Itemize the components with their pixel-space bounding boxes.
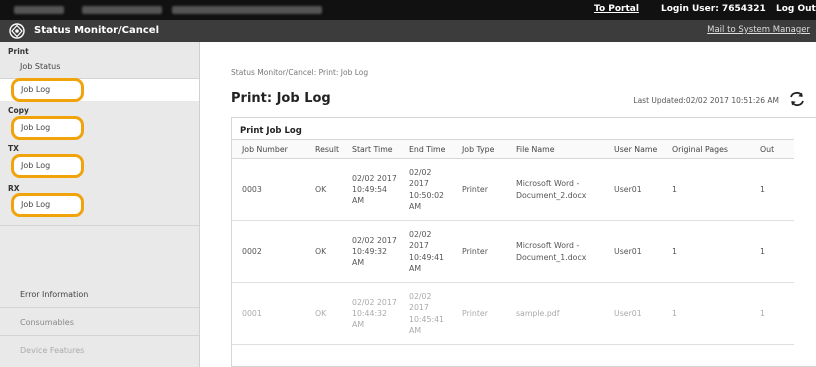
job-type-cell: Printer xyxy=(456,282,510,345)
sidebar-item-job-status[interactable]: Job Status xyxy=(0,56,199,78)
end-time-cell: 02/02 2017 10:50:02 AM xyxy=(403,158,456,221)
result-cell: OK xyxy=(309,220,346,283)
page-title: Print: Job Log xyxy=(231,91,331,106)
sidebar-header-copy: Copy xyxy=(8,106,29,115)
table-header-row: Job Number Result Start Time End Time Jo… xyxy=(232,139,794,159)
sidebar-header-rx: RX xyxy=(8,184,20,193)
start-time-cell: 02/02 2017 10:44:32 AM xyxy=(346,282,403,345)
output-cell: 1 xyxy=(754,158,794,221)
top-bar: To Portal Login User: 7654321 Log Out xyxy=(0,0,816,20)
sidebar-divider xyxy=(0,307,199,308)
sidebar-item-print-job-log[interactable] xyxy=(0,79,199,101)
breadcrumb: Status Monitor/Cancel: Print: Job Log xyxy=(231,68,369,77)
end-time-cell: 02/02 2017 10:49:41 AM xyxy=(403,220,456,283)
last-updated-timestamp: Last Updated:02/02 2017 10:51:26 AM xyxy=(633,96,779,105)
original-pages-cell: 1 xyxy=(666,220,754,283)
table-row[interactable]: 0002 OK 02/02 2017 10:49:32 AM 02/02 201… xyxy=(232,220,794,283)
sidebar-header-print: Print xyxy=(8,47,29,56)
sidebar-header-tx: TX xyxy=(8,144,19,153)
job-number-cell: 0003 xyxy=(232,158,309,221)
sidebar-divider xyxy=(0,335,199,336)
column-header-end-time: End Time xyxy=(403,139,456,159)
user-name-cell: User01 xyxy=(608,220,666,283)
refresh-icon[interactable] xyxy=(788,90,806,108)
column-header-result: Result xyxy=(309,139,346,159)
print-job-log-panel: Print Job Log Job Number Result Start Ti… xyxy=(231,117,816,367)
column-header-output: Out xyxy=(754,139,794,159)
file-name-cell: Microsoft Word - Document_2.docx xyxy=(510,158,608,221)
column-header-job-number: Job Number xyxy=(232,139,309,159)
app-title-bar: Status Monitor/Cancel Mail to System Man… xyxy=(0,20,816,42)
job-type-cell: Printer xyxy=(456,158,510,221)
to-portal-link[interactable]: To Portal xyxy=(594,4,639,14)
user-name-cell: User01 xyxy=(608,158,666,221)
result-cell: OK xyxy=(309,158,346,221)
device-logo-icon xyxy=(9,23,25,39)
file-name-cell: Microsoft Word - Document_1.docx xyxy=(510,220,608,283)
original-pages-cell: 1 xyxy=(666,158,754,221)
table-row[interactable]: 0001 OK 02/02 2017 10:44:32 AM 02/02 201… xyxy=(232,282,794,345)
job-type-cell: Printer xyxy=(456,220,510,283)
file-name-cell: sample.pdf xyxy=(510,282,608,345)
result-cell: OK xyxy=(309,282,346,345)
column-header-original-pages: Original Pages xyxy=(666,139,754,159)
main-content: Status Monitor/Cancel: Print: Job Log Pr… xyxy=(200,42,816,367)
mail-to-system-manager-link[interactable]: Mail to System Manager xyxy=(707,25,810,35)
sidebar-item-label: Job Log xyxy=(21,123,51,132)
column-header-job-type: Job Type xyxy=(456,139,510,159)
user-name-cell: User01 xyxy=(608,282,666,345)
start-time-cell: 02/02 2017 10:49:54 AM xyxy=(346,158,403,221)
start-time-cell: 02/02 2017 10:49:32 AM xyxy=(346,220,403,283)
login-user-label: Login User: 7654321 xyxy=(661,4,766,14)
column-header-file-name: File Name xyxy=(510,139,608,159)
app-title: Status Monitor/Cancel xyxy=(34,25,160,36)
redacted-url-segment xyxy=(172,6,322,14)
sidebar-item-copy-job-log[interactable]: Job Log xyxy=(11,116,84,140)
job-number-cell: 0001 xyxy=(232,282,309,345)
redacted-url-segment xyxy=(82,6,162,14)
sidebar-item-rx-job-log[interactable]: Job Log xyxy=(11,193,84,217)
sidebar-item-consumables[interactable]: Consumables xyxy=(0,312,199,334)
redacted-url-segment xyxy=(14,6,64,14)
sidebar: Print Job Status Job Log Copy Job Log TX… xyxy=(0,42,200,367)
output-cell: 1 xyxy=(754,282,794,345)
end-time-cell: 02/02 2017 10:45:41 AM xyxy=(403,282,456,345)
output-cell: 1 xyxy=(754,220,794,283)
original-pages-cell: 1 xyxy=(666,282,754,345)
column-header-user-name: User Name xyxy=(608,139,666,159)
sidebar-item-error-information[interactable]: Error Information xyxy=(0,284,199,306)
job-log-table: Job Number Result Start Time End Time Jo… xyxy=(232,139,794,345)
log-out-link[interactable]: Log Out xyxy=(776,4,816,14)
column-header-start-time: Start Time xyxy=(346,139,403,159)
panel-title: Print Job Log xyxy=(240,126,302,136)
sidebar-divider xyxy=(0,225,199,226)
job-number-cell: 0002 xyxy=(232,220,309,283)
table-row[interactable]: 0003 OK 02/02 2017 10:49:54 AM 02/02 201… xyxy=(232,158,794,221)
sidebar-item-tx-job-log[interactable]: Job Log xyxy=(11,154,84,178)
sidebar-item-device-features[interactable]: Device Features xyxy=(0,340,199,362)
sidebar-item-label: Job Log xyxy=(21,200,51,209)
sidebar-item-label: Job Log xyxy=(21,161,51,170)
